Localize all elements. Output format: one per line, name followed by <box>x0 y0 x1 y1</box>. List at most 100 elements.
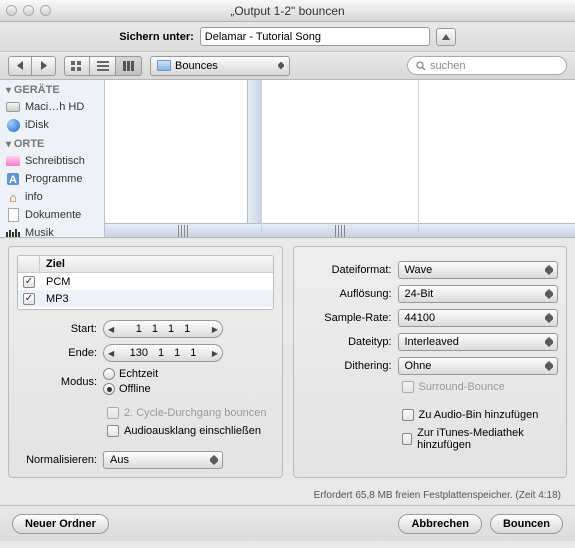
scrollbar[interactable] <box>419 223 575 237</box>
file-browser: ▾ GERÄTE Maci…h HD iDisk ▾ ORTE Schreibt… <box>0 80 575 238</box>
include-tail-checkbox[interactable]: Audioausklang einschließen <box>107 425 274 437</box>
checkbox[interactable] <box>23 276 35 288</box>
mode-label: Modus: <box>17 376 97 388</box>
samplerate-popup[interactable]: 44100 <box>398 309 559 327</box>
columns-icon <box>123 61 135 71</box>
dest-row-mp3[interactable]: MP3 <box>18 290 273 307</box>
sidebar-item-apps[interactable]: A Programme <box>0 170 104 188</box>
dest-label: PCM <box>40 276 273 288</box>
resize-handle-icon[interactable] <box>178 225 188 237</box>
bounce-button[interactable]: Bouncen <box>490 514 563 534</box>
search-field[interactable]: suchen <box>407 56 567 75</box>
list-icon <box>97 61 109 71</box>
titlebar: „Output 1-2" bouncen <box>0 0 575 22</box>
sidebar-item-desktop[interactable]: Schreibtisch <box>0 152 104 170</box>
start-label: Start: <box>17 323 97 335</box>
music-icon <box>6 226 20 237</box>
resolution-popup[interactable]: 24-Bit <box>398 285 559 303</box>
checkbox[interactable] <box>107 425 119 437</box>
dest-row-pcm[interactable]: PCM <box>18 273 273 290</box>
browser-toolbar: Bounces suchen <box>0 52 575 80</box>
scrollbar[interactable] <box>105 223 261 237</box>
triangle-right-icon[interactable]: ▶ <box>212 325 218 334</box>
path-popup[interactable]: Bounces <box>150 56 290 76</box>
list-view-button[interactable] <box>90 56 116 76</box>
idisk-icon <box>7 119 20 132</box>
path-folder-label: Bounces <box>175 60 218 72</box>
home-icon: ⌂ <box>6 190 20 204</box>
expand-browser-button[interactable] <box>436 28 456 46</box>
format-label: Dateiformat: <box>302 264 392 276</box>
requirement-hint: Erfordert 65,8 MB freien Festplattenspei… <box>0 486 575 505</box>
add-to-bin-checkbox[interactable]: Zu Audio-Bin hinzufügen <box>402 409 559 421</box>
mode-offline-radio[interactable]: Offline <box>103 383 158 395</box>
sidebar-item-label: iDisk <box>25 119 49 131</box>
dest-label: M4A: AAC <box>40 310 273 311</box>
normalize-popup[interactable]: Aus <box>103 451 223 469</box>
save-as-label: Sichern unter: <box>119 31 194 43</box>
radio-icon <box>103 383 115 395</box>
sidebar-section-devices: ▾ GERÄTE <box>0 80 104 98</box>
options-area: Ziel PCM MP3 M4A: AAC Brennen: CDDA Star… <box>0 238 575 486</box>
radio-icon <box>103 368 115 380</box>
mode-realtime-radio[interactable]: Echtzeit <box>103 368 158 380</box>
svg-text:A: A <box>9 174 17 186</box>
document-icon <box>8 208 19 222</box>
dithering-popup[interactable]: Ohne <box>398 357 559 375</box>
sidebar-item-documents[interactable]: Dokumente <box>0 206 104 224</box>
samplerate-label: Sample-Rate: <box>302 312 392 324</box>
nav-back-button[interactable] <box>8 56 32 76</box>
sidebar-item-label: Maci…h HD <box>25 101 84 113</box>
surround-checkbox: Surround-Bounce <box>402 381 559 393</box>
cancel-button[interactable]: Abbrechen <box>398 514 481 534</box>
triangle-right-icon <box>40 61 48 70</box>
add-to-itunes-checkbox[interactable]: Zur iTunes-Mediathek hinzufügen <box>402 427 559 451</box>
triangle-left-icon[interactable]: ◀ <box>108 349 114 358</box>
triangle-left-icon <box>16 61 24 70</box>
new-folder-button[interactable]: Neuer Ordner <box>12 514 109 534</box>
sidebar-section-places: ▾ ORTE <box>0 134 104 152</box>
filetype-label: Dateityp: <box>302 336 392 348</box>
triangle-up-icon <box>442 33 450 41</box>
applications-icon: A <box>6 172 20 186</box>
dest-label: MP3 <box>40 293 273 305</box>
scrollbar[interactable] <box>247 80 261 223</box>
destination-table: Ziel PCM MP3 M4A: AAC Brennen: CDDA <box>17 255 274 310</box>
folder-icon <box>157 60 171 71</box>
nav-forward-button[interactable] <box>32 56 56 76</box>
file-format-popup[interactable]: Wave <box>398 261 559 279</box>
sidebar-item-home[interactable]: ⌂ info <box>0 188 104 206</box>
checkbox[interactable] <box>402 433 413 445</box>
triangle-left-icon[interactable]: ◀ <box>108 325 114 334</box>
desktop-icon <box>6 156 20 166</box>
column-view-button[interactable] <box>116 56 142 76</box>
browser-sidebar: ▾ GERÄTE Maci…h HD iDisk ▾ ORTE Schreibt… <box>0 80 105 237</box>
filename-input[interactable] <box>200 27 430 46</box>
sidebar-item-label: Programme <box>25 173 82 185</box>
checkbox <box>402 381 414 393</box>
sidebar-item-music[interactable]: Musik <box>0 224 104 237</box>
checkbox[interactable] <box>23 310 35 311</box>
right-options: Dateiformat:Wave Auflösung:24-Bit Sample… <box>293 246 568 478</box>
icon-view-button[interactable] <box>64 56 90 76</box>
sidebar-item-hd[interactable]: Maci…h HD <box>0 98 104 116</box>
end-label: Ende: <box>17 347 97 359</box>
scrollbar[interactable] <box>262 223 418 237</box>
checkbox[interactable] <box>402 409 414 421</box>
dest-row-aac[interactable]: M4A: AAC <box>18 307 273 310</box>
sidebar-item-label: Schreibtisch <box>25 155 85 167</box>
checkbox[interactable] <box>23 293 35 305</box>
triangle-right-icon[interactable]: ▶ <box>212 349 218 358</box>
second-cycle-checkbox: 2. Cycle-Durchgang bouncen <box>107 407 274 419</box>
filetype-popup[interactable]: Interleaved <box>398 333 559 351</box>
window-title: „Output 1-2" bouncen <box>0 4 575 18</box>
grid-icon <box>71 61 83 71</box>
column-browser[interactable] <box>105 80 575 237</box>
resize-handle-icon[interactable] <box>335 225 345 237</box>
dest-header: Ziel <box>40 256 273 272</box>
sidebar-item-idisk[interactable]: iDisk <box>0 116 104 134</box>
search-placeholder: suchen <box>430 60 465 72</box>
end-position-stepper[interactable]: ◀ 130111 ▶ <box>103 344 223 362</box>
start-position-stepper[interactable]: ◀ 1111 ▶ <box>103 320 223 338</box>
sidebar-item-label: info <box>25 191 43 203</box>
